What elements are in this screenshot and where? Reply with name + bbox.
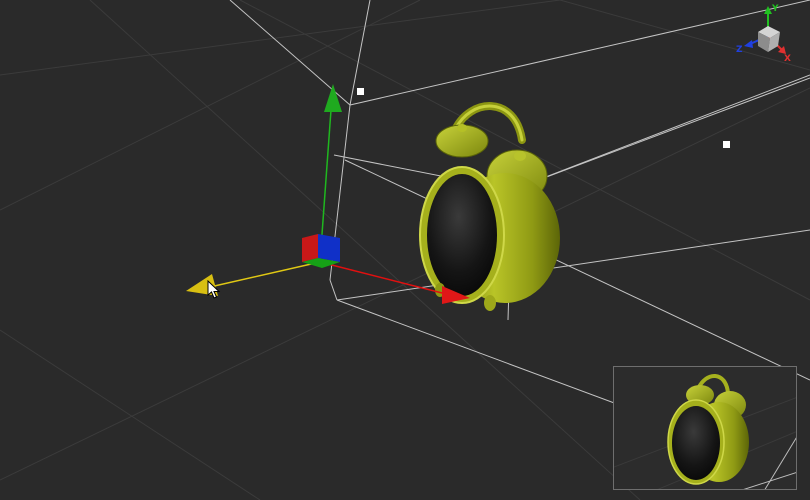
preview-bbox-line	[743, 472, 796, 489]
view-cube-x-label: X	[784, 54, 791, 64]
gizmo-z-axis[interactable]	[209, 261, 321, 288]
bbox-handle[interactable]	[723, 141, 730, 148]
view-cube-y-label: Y	[771, 4, 779, 14]
camera-preview-panel[interactable]	[613, 366, 797, 490]
alarm-clock-model[interactable]	[419, 102, 560, 311]
gizmo-center-red[interactable]	[302, 234, 318, 262]
view-cube[interactable]: Y X Z	[728, 2, 808, 68]
gizmo-center-blue[interactable]	[318, 234, 340, 262]
view-cube-z-arrow	[744, 40, 753, 48]
gizmo-y-arrow[interactable]	[324, 84, 342, 112]
preview-alarm-clock	[667, 374, 749, 485]
bbox-handle[interactable]	[357, 88, 364, 95]
view-cube-y-arrow	[764, 6, 772, 14]
3d-viewport[interactable]: Y X Z	[0, 0, 810, 500]
mouse-cursor-icon	[207, 279, 221, 300]
view-cube-z-label: Z	[736, 45, 743, 55]
camera-preview-canvas	[614, 374, 796, 489]
